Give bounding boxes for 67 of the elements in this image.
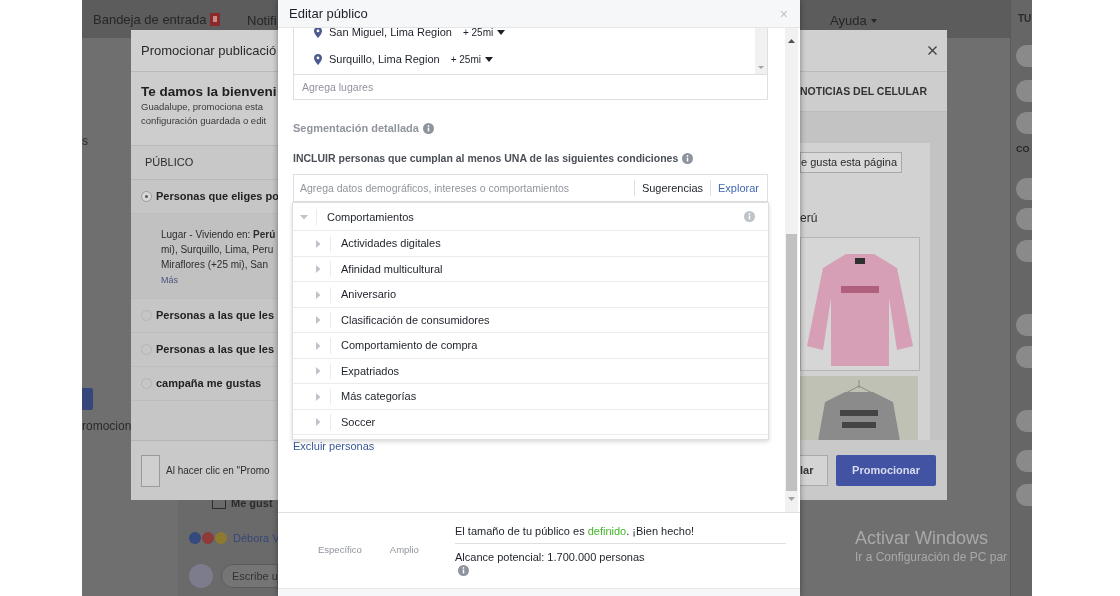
cancel-button[interactable]: lar <box>800 454 828 486</box>
sidebar-heading: TU <box>1018 12 1032 26</box>
like-page-button[interactable]: e gusta esta página <box>800 152 902 173</box>
include-label: INCLUIR personas que cumplan al menos UNA de las siguientes condiciones <box>293 150 679 166</box>
page-text: s <box>82 133 88 150</box>
close-icon[interactable] <box>928 46 937 55</box>
location-text: erú <box>800 211 819 225</box>
category-row[interactable]: Aniversario <box>293 282 768 308</box>
category-row[interactable]: Soccer <box>293 409 768 436</box>
location-name: San Miguel, Lima Region <box>329 28 452 41</box>
badge-icon <box>210 13 221 27</box>
scroll-thumb[interactable] <box>786 234 797 491</box>
search-tab[interactable]: Explorar <box>718 180 759 197</box>
caret-icon[interactable] <box>497 30 506 35</box>
search-tab[interactable]: Sugerencias <box>641 180 704 197</box>
more-link[interactable]: Más <box>161 274 278 288</box>
category-row[interactable]: Clasificación de consumidores <box>293 307 768 334</box>
option-label[interactable]: Personas que eliges po <box>156 188 278 205</box>
detail-text: Miraflores (+25 mi), San <box>161 258 269 272</box>
dialog-title: Editar público <box>289 4 368 23</box>
radio-button[interactable] <box>141 191 152 202</box>
detail-text: Lugar - Viviendo en: Perú <box>161 228 277 242</box>
category-row[interactable]: Comportamientos <box>293 203 768 232</box>
dialog-title: Promocionar publicació <box>141 41 277 60</box>
nav-button[interactable] <box>82 388 93 410</box>
scroll-down-icon[interactable] <box>788 497 795 501</box>
image-placeholder <box>141 454 160 487</box>
reactions-icon <box>189 532 227 545</box>
section-label: Segmentación detallada <box>293 121 419 136</box>
scroll-down-icon[interactable] <box>758 66 764 69</box>
scrollbar[interactable] <box>755 28 767 74</box>
places-field[interactable]: Agrega lugares <box>293 74 768 100</box>
category-row[interactable]: Afinidad multicultural <box>293 256 768 283</box>
activation-title: Activar Windows <box>855 527 990 549</box>
welcome-heading: Te damos la bienveni <box>141 84 278 100</box>
meter-label: Específico <box>318 543 362 558</box>
exclude-link[interactable]: Excluir personas <box>293 440 768 454</box>
scrollbar[interactable] <box>785 28 798 512</box>
search-field[interactable]: Agrega datos demográficos, intereses o comportamientos Sugerencias Explorar <box>293 174 768 203</box>
category-row[interactable]: Más categorías <box>293 384 768 410</box>
detail-text: mi), Surquillo, Lima, Peru <box>161 243 275 257</box>
option-label[interactable]: Personas a las que les <box>156 341 274 358</box>
radius-text[interactable]: + 25mi <box>450 52 481 67</box>
location-name: Surquillo, Lima Region <box>329 52 440 68</box>
description-text: Guadalupe, promociona esta <box>141 100 264 114</box>
category-row[interactable]: Actividades digitales <box>293 231 768 257</box>
description-text: configuración guardada o edit <box>141 114 268 128</box>
info-icon <box>682 152 694 164</box>
category-row[interactable]: Expatriados <box>293 358 768 385</box>
comment-field[interactable]: Escribe u <box>221 564 278 588</box>
potential-reach: Alcance potencial: 1.700.000 personas <box>455 550 646 564</box>
info-icon <box>744 211 755 223</box>
option-label[interactable]: campaña me gustas <box>156 375 262 392</box>
caret-icon[interactable] <box>484 57 493 62</box>
option-label[interactable]: Personas a las que les <box>156 307 274 324</box>
category-row[interactable]: Comportamiento de compra <box>293 333 768 359</box>
page-text: romocion <box>82 418 132 435</box>
info-icon <box>458 565 469 576</box>
audience-status: El tamaño de tu público es definido. ¡Bien hecho! <box>455 524 786 544</box>
meter-label: Amplio <box>389 543 419 558</box>
caret-icon <box>870 18 877 23</box>
section-label: PÚBLICO <box>145 155 194 171</box>
info-icon <box>422 122 434 134</box>
location-pin-icon <box>314 54 322 65</box>
terms-text: Al hacer clic en "Promo <box>166 464 270 478</box>
radius-text[interactable]: + 25mi <box>462 28 494 40</box>
promote-button[interactable]: Promocionar <box>836 454 936 486</box>
